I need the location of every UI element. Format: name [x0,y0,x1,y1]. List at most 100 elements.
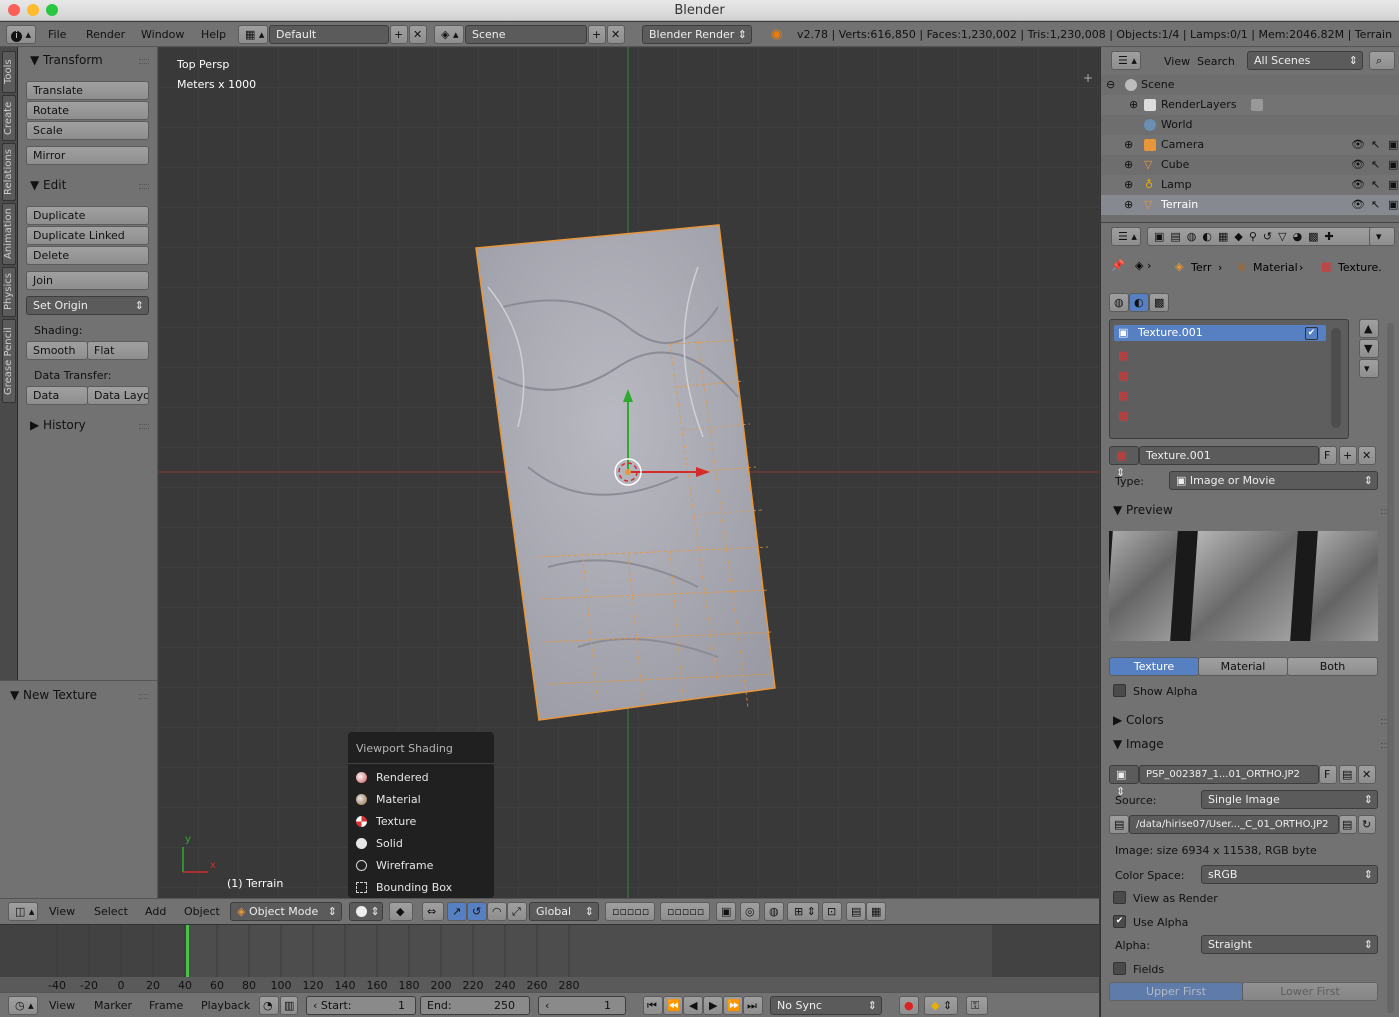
pin-icon[interactable]: 📌 [1111,259,1125,272]
move-slot-up-icon[interactable]: ▲ [1359,319,1379,338]
texture-slot-list[interactable]: Texture.001 ▣ ✔ ▩ ▩ ▩ ▩ [1109,319,1349,439]
properties-context-tabs[interactable]: ▣▤◍◐▦◆⚲↺▽◕▩✚ [1147,227,1377,246]
preview-both-tab[interactable]: Both [1287,657,1378,676]
jump-end-icon[interactable]: ⏭ [743,996,763,1015]
expand-icon[interactable]: ⊕ [1124,195,1133,215]
render-animation-icon[interactable]: ▦ [866,902,886,921]
3d-viewport[interactable]: Top Persp Meters x 1000 (1) Terrain y x … [158,47,1099,898]
outliner-row-world[interactable]: World [1101,115,1399,135]
manipulator-toggle-icon[interactable]: ⇔ [422,902,444,921]
new-texture-panel-header[interactable]: ▼ New Texture [10,688,97,702]
shading-material-item[interactable]: Material [356,793,421,806]
texture-slot-enabled-checkbox[interactable]: ✔ [1305,327,1318,340]
colors-panel-header[interactable]: ▶ Colors [1113,713,1164,727]
vp-menu-add[interactable]: Add [145,905,166,918]
flat-button[interactable]: Flat [87,341,149,360]
tab-grease-pencil[interactable]: Grease Pencil [2,319,16,403]
expand-icon[interactable]: ⊕ [1124,155,1133,175]
texture-list-scrollbar[interactable] [1331,328,1341,428]
world-texture-context-icon[interactable]: ◍ [1109,293,1129,312]
play-reverse-icon[interactable]: ◀ [683,996,703,1015]
jump-keyframe-back-icon[interactable]: ⏪ [663,996,683,1015]
breadcrumb-material[interactable]: Material [1253,261,1298,274]
delete-button[interactable]: Delete [26,246,149,265]
region-expand-icon[interactable]: + [1083,71,1093,85]
editor-type-info-button[interactable]: i ▴ [6,25,36,44]
data-transfer-button[interactable]: Data [26,386,88,405]
collapse-icon[interactable]: ⊖ [1106,75,1115,95]
sync-mode-select[interactable]: No Sync ⇕ [770,996,882,1015]
outliner-row-terrain[interactable]: ⊕ ▽ Terrain 👁 ↖ ▣ [1101,195,1399,215]
expand-icon[interactable]: ⊕ [1124,135,1133,155]
breadcrumb-object[interactable]: Terr [1191,261,1211,274]
preview-texture-tab[interactable]: Texture [1109,657,1199,676]
tl-menu-playback[interactable]: Playback [201,999,250,1012]
keying-set-icon[interactable]: ◆ ⇕ [924,996,958,1015]
outliner-menu-view[interactable]: View [1164,55,1190,68]
panel-grip-icon[interactable] [139,184,149,189]
properties-scrollbar[interactable] [1387,323,1394,1013]
panel-grip-icon[interactable] [139,424,149,429]
pivot-point-button[interactable]: ◆ [389,902,413,921]
editor-type-properties-button[interactable]: ☰ ▴ [1111,227,1141,246]
selectable-cursor-icon[interactable]: ↖ [1371,175,1380,195]
duplicate-linked-button[interactable]: Duplicate Linked [26,226,149,245]
expand-icon[interactable]: ⊕ [1124,175,1133,195]
join-button[interactable]: Join [26,271,149,290]
lock-range-icon[interactable]: ▥ [280,996,298,1015]
snap-target-icon[interactable]: ⊡ [822,902,842,921]
slot-specials-icon[interactable]: ▾ [1359,359,1379,378]
image-fake-user-button[interactable]: F [1319,765,1337,784]
outliner-search-icon[interactable]: ⌕ [1369,51,1395,70]
panel-grip-icon[interactable] [139,59,149,64]
texture-slot-empty-icon[interactable]: ▩ [1118,409,1128,422]
end-frame-field[interactable]: End: 250 [420,996,530,1015]
viewport-shading-select[interactable]: ⇕ [349,902,383,921]
tab-relations[interactable]: Relations [2,143,16,201]
data-layout-button[interactable]: Data Layo [87,386,149,405]
visibility-eye-icon[interactable]: 👁 [1351,135,1365,155]
lower-first-button[interactable]: Lower First [1242,982,1378,1001]
set-origin-select[interactable]: Set Origin ⇕ [26,296,149,315]
tab-animation[interactable]: Animation [2,203,16,265]
pack-image-icon[interactable]: ▤ [1109,815,1129,834]
outliner-row-lamp[interactable]: ⊕ ♁ Lamp 👁 ↖ ▣ [1101,175,1399,195]
remove-scene-icon[interactable]: ✕ [607,25,625,44]
menu-render[interactable]: Render [86,28,125,41]
tab-physics[interactable]: Physics [2,267,16,317]
editor-type-timeline-button[interactable]: ◷ ▴ [8,996,38,1015]
menu-help[interactable]: Help [201,28,226,41]
menu-file[interactable]: File [48,28,66,41]
view-as-render-checkbox[interactable] [1113,891,1126,904]
renderable-camera-icon[interactable]: ▣ [1388,195,1398,215]
move-slot-down-icon[interactable]: ▼ [1359,339,1379,358]
arc-manipulator-icon[interactable]: ◠ [487,902,507,921]
timeline-ruler[interactable]: -40 -20 0 20 40 60 80 100 120 140 160 180 200 220 240 2… [0,978,1099,992]
record-icon[interactable]: ● [899,996,919,1015]
translate-button[interactable]: Translate [26,81,149,100]
new-texture-icon[interactable]: + [1339,446,1357,465]
layout-name-field[interactable]: Default [269,25,389,44]
duplicate-button[interactable]: Duplicate [26,206,149,225]
proportional-edit-icon[interactable]: ◎ [740,902,760,921]
properties-options-icon[interactable]: ▾ [1369,227,1395,246]
transform-orientation-select[interactable]: Global ⇕ [529,902,599,921]
other-texture-context-icon[interactable]: ▩ [1149,293,1169,312]
smooth-button[interactable]: Smooth [26,341,88,360]
minimize-window-icon[interactable] [27,4,39,16]
texture-name-field[interactable]: Texture.001 [1139,446,1319,465]
interaction-mode-select[interactable]: ◈ Object Mode ⇕ [230,902,342,921]
tl-menu-view[interactable]: View [49,999,75,1012]
rotate-button[interactable]: Rotate [26,101,149,120]
lock-camera-icon[interactable]: ▣ [716,902,736,921]
zoom-window-icon[interactable] [46,4,58,16]
shading-solid-item[interactable]: Solid [356,837,403,850]
renderable-camera-icon[interactable]: ▣ [1388,175,1398,195]
image-browse-button[interactable]: ▣ ⇕ [1109,765,1139,798]
transform-panel-header[interactable]: ▼ Transform [30,53,103,67]
selectable-cursor-icon[interactable]: ↖ [1371,135,1380,155]
render-engine-select[interactable]: Blender Render ⇕ [642,25,752,44]
selectable-cursor-icon[interactable]: ↖ [1371,195,1380,215]
scene-selector-button[interactable]: ◈ ▴ [434,25,464,44]
open-image-icon[interactable]: ▤ [1339,765,1357,784]
